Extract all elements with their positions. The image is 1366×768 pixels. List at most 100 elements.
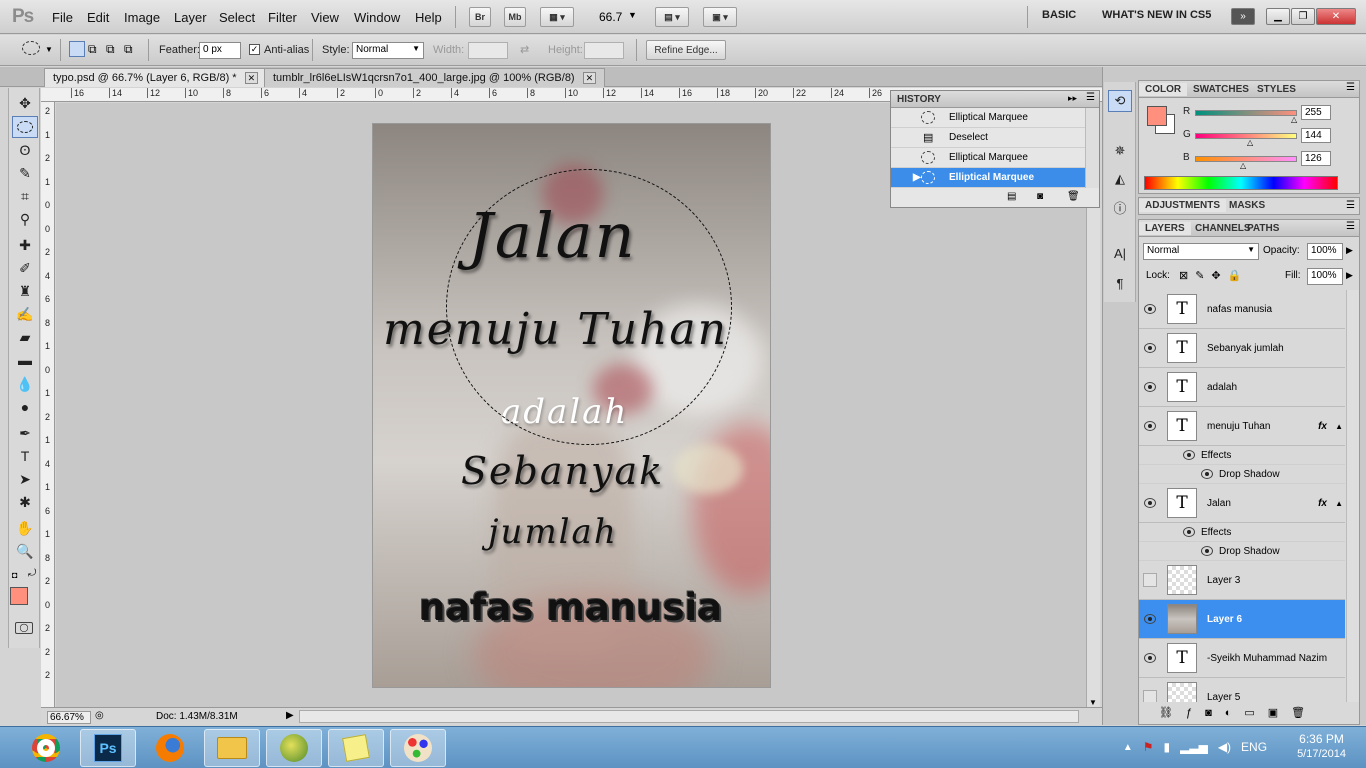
workspace-basic[interactable]: BASIC: [1042, 9, 1076, 21]
menu-help[interactable]: Help: [415, 10, 442, 25]
drop-shadow-row[interactable]: Drop Shadow: [1139, 542, 1345, 561]
layer-row[interactable]: Layer 5: [1139, 678, 1345, 702]
eyedropper-tool-icon[interactable]: ⚲: [12, 208, 38, 230]
fill-slider-toggle-icon[interactable]: ▶: [1346, 270, 1353, 281]
opacity-slider-toggle-icon[interactable]: ▶: [1346, 245, 1353, 256]
antialias-checkbox[interactable]: ✓: [249, 44, 260, 55]
swap-icon[interactable]: ⇄: [520, 43, 529, 56]
eye-icon[interactable]: [1144, 421, 1156, 431]
taskbar-globe-app[interactable]: [266, 729, 322, 767]
status-zoom-input[interactable]: 66.67%: [47, 711, 91, 724]
new-selection-icon[interactable]: [69, 41, 85, 57]
chevron-down-icon[interactable]: ▼: [628, 10, 637, 20]
workspace-more-button[interactable]: »: [1231, 8, 1255, 25]
menu-filter[interactable]: Filter: [268, 10, 297, 25]
eye-icon[interactable]: [1144, 498, 1156, 508]
layer-row[interactable]: Tnafas manusia: [1139, 290, 1345, 329]
history-scrollbar[interactable]: [1085, 108, 1099, 188]
crop-tool-icon[interactable]: ⌗: [12, 185, 38, 207]
scroll-down-icon[interactable]: ▼: [1087, 698, 1099, 707]
layer-row[interactable]: T -Syeikh Muhammad Nazim: [1139, 639, 1345, 678]
quick-selection-tool-icon[interactable]: ✎: [12, 162, 38, 184]
eye-icon[interactable]: [1183, 450, 1195, 460]
blur-tool-icon[interactable]: 💧: [12, 373, 38, 395]
color-foreground-swatch[interactable]: [1147, 106, 1167, 126]
arrange-documents-button[interactable]: ▤ ▾: [655, 7, 689, 27]
zoom-level[interactable]: 66.7: [599, 10, 622, 24]
layers-scrollbar[interactable]: [1346, 290, 1359, 702]
green-slider-handle-icon[interactable]: △: [1247, 138, 1253, 147]
taskbar-firefox[interactable]: [142, 729, 198, 767]
layer-row[interactable]: T Jalan fx ▲: [1139, 484, 1345, 523]
swap-colors-icon[interactable]: ⤾: [28, 568, 36, 579]
quick-mask-icon[interactable]: ◯: [15, 622, 33, 634]
panel-menu-icon[interactable]: ☰: [1086, 92, 1095, 103]
tab-layers[interactable]: LAYERS: [1139, 222, 1191, 235]
clock[interactable]: 6:36 PM 5/17/2014: [1297, 732, 1346, 762]
color-spectrum-bar[interactable]: [1144, 176, 1338, 190]
new-snapshot-icon[interactable]: ◙: [1037, 191, 1043, 202]
status-menu-icon[interactable]: ▶: [286, 710, 294, 721]
red-slider[interactable]: [1195, 110, 1297, 116]
view-extras-button[interactable]: ▦ ▾: [540, 7, 574, 27]
minimize-button[interactable]: ▁: [1266, 8, 1290, 25]
tab-history[interactable]: HISTORY: [891, 93, 947, 106]
signal-icon[interactable]: ▂▃▅: [1180, 740, 1208, 754]
gradient-tool-icon[interactable]: ▬: [12, 349, 38, 371]
new-document-from-state-icon[interactable]: ▤: [1007, 191, 1016, 202]
close-icon[interactable]: ✕: [582, 72, 597, 84]
eye-icon[interactable]: [1144, 343, 1156, 353]
layer-row[interactable]: Tadalah: [1139, 368, 1345, 407]
tab-swatches[interactable]: SWATCHES: [1187, 83, 1255, 96]
default-colors-icon[interactable]: ◘: [12, 570, 17, 580]
screen-mode-button[interactable]: ▣ ▾: [703, 7, 737, 27]
action-center-icon[interactable]: ⚑: [1143, 740, 1154, 754]
fx-icon[interactable]: fx: [1318, 498, 1327, 509]
restore-button[interactable]: ❐: [1291, 8, 1315, 25]
eye-icon[interactable]: [1144, 304, 1156, 314]
dodge-tool-icon[interactable]: ●: [12, 396, 38, 418]
chevron-down-icon[interactable]: ▼: [45, 45, 53, 54]
history-item[interactable]: Elliptical Marquee: [891, 108, 1085, 128]
taskbar-sticky-notes[interactable]: [328, 729, 384, 767]
eye-icon[interactable]: [1183, 527, 1195, 537]
tab-styles[interactable]: STYLES: [1251, 83, 1302, 96]
menu-file[interactable]: File: [52, 10, 73, 25]
fx-icon[interactable]: fx: [1318, 421, 1327, 432]
elliptical-marquee-tool-icon[interactable]: [12, 116, 38, 138]
close-icon[interactable]: ✕: [244, 72, 259, 84]
green-input[interactable]: 144: [1301, 128, 1331, 143]
tab-paths[interactable]: PATHS: [1241, 222, 1285, 235]
blue-input[interactable]: 126: [1301, 151, 1331, 166]
tab-masks[interactable]: MASKS: [1223, 199, 1271, 212]
intersect-selection-icon[interactable]: ⧉: [124, 42, 133, 57]
volume-icon[interactable]: ◀): [1218, 740, 1231, 754]
character-icon[interactable]: A|: [1108, 242, 1132, 264]
tab-typo-psd[interactable]: typo.psd @ 66.7% (Layer 6, RGB/8) * ✕: [44, 68, 268, 87]
horizontal-scrollbar[interactable]: [299, 710, 1079, 723]
tab-color[interactable]: COLOR: [1139, 83, 1188, 96]
type-tool-icon[interactable]: T: [12, 445, 38, 467]
taskbar-photoshop[interactable]: Ps: [80, 729, 136, 767]
visibility-toggle-off[interactable]: [1143, 573, 1157, 587]
tab-adjustments[interactable]: ADJUSTMENTS: [1139, 199, 1227, 212]
move-tool-icon[interactable]: ✥: [12, 92, 38, 114]
taskbar-paint[interactable]: [390, 729, 446, 767]
clone-stamp-tool-icon[interactable]: ♜: [12, 280, 38, 302]
battery-icon[interactable]: ▮: [1164, 740, 1171, 754]
show-hidden-icons-icon[interactable]: ▲: [1123, 742, 1133, 753]
red-input[interactable]: 255: [1301, 105, 1331, 120]
eye-icon[interactable]: [1144, 382, 1156, 392]
menu-image[interactable]: Image: [124, 10, 160, 25]
eraser-tool-icon[interactable]: ▰: [12, 326, 38, 348]
status-info-icon[interactable]: ◎: [95, 710, 104, 721]
layer-row[interactable]: Tmenuju Tuhan fx ▲: [1139, 407, 1345, 446]
pen-tool-icon[interactable]: ✒: [12, 422, 38, 444]
fill-input[interactable]: 100%: [1307, 268, 1343, 285]
menu-window[interactable]: Window: [354, 10, 400, 25]
eye-icon[interactable]: [1201, 469, 1213, 479]
eye-icon[interactable]: [1201, 546, 1213, 556]
red-slider-handle-icon[interactable]: △: [1291, 115, 1297, 124]
close-button[interactable]: ✕: [1316, 8, 1356, 25]
hand-tool-icon[interactable]: ✋: [12, 517, 38, 539]
